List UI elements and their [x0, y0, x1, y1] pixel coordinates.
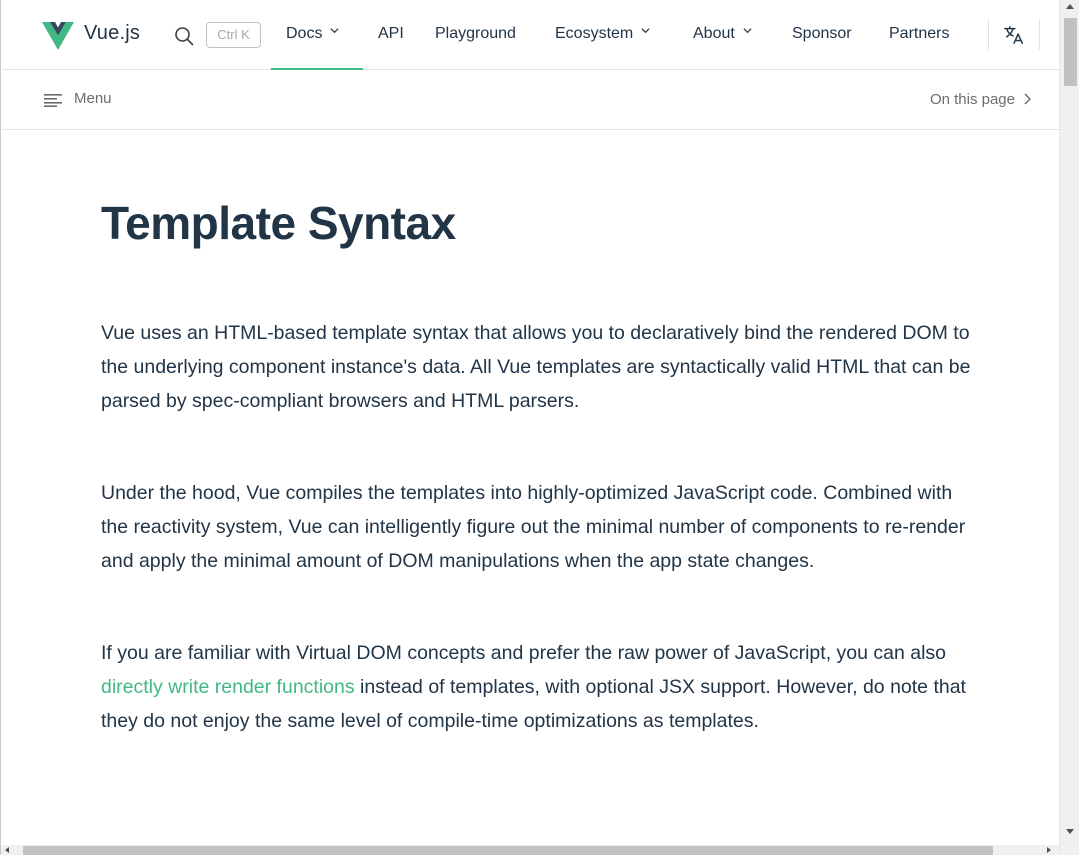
vertical-scrollbar[interactable] [1059, 0, 1079, 855]
nav-item-label: About [693, 25, 735, 42]
nav-divider [988, 20, 989, 50]
browser-viewport: Vue.js Ctrl K Docs API Playground Ecosys… [0, 0, 1079, 855]
chevron-right-icon [1024, 93, 1031, 105]
scroll-left-arrow-icon[interactable] [5, 847, 9, 853]
menu-label: Menu [74, 90, 112, 107]
scroll-up-arrow-icon[interactable] [1066, 4, 1074, 9]
nav-item-label: API [378, 25, 404, 42]
on-this-page-button[interactable]: On this page [930, 91, 1031, 108]
scrollbar-thumb[interactable] [23, 846, 993, 855]
scrollbar-thumb[interactable] [1064, 18, 1077, 86]
horizontal-scrollbar[interactable] [1, 845, 1059, 855]
nav-item-label: Sponsor [792, 25, 852, 42]
brand-name[interactable]: Vue.js [84, 22, 140, 45]
menu-icon [44, 94, 62, 107]
top-navbar: Vue.js Ctrl K Docs API Playground Ecosys… [2, 0, 1059, 70]
nav-item-about[interactable]: About [693, 24, 752, 44]
paragraph: Under the hood, Vue compiles the templat… [101, 482, 966, 572]
nav-item-label: Partners [889, 25, 950, 42]
nav-item-playground[interactable]: Playground [435, 24, 516, 44]
nav-item-api[interactable]: API [378, 24, 404, 44]
paragraph: If you are familiar with Virtual DOM con… [101, 636, 971, 738]
scroll-right-arrow-icon[interactable] [1047, 847, 1051, 853]
search-shortcut-badge[interactable]: Ctrl K [206, 22, 261, 48]
scroll-down-arrow-icon[interactable] [1066, 829, 1074, 834]
on-this-page-label: On this page [929, 91, 1015, 108]
nav-item-label: Playground [435, 25, 516, 42]
page-title: Template Syntax [101, 197, 456, 249]
chevron-down-icon [743, 28, 752, 34]
nav-item-docs[interactable]: Docs [286, 24, 340, 44]
render-functions-link[interactable]: directly write render functions [101, 676, 355, 698]
chevron-down-icon [641, 28, 650, 34]
paragraph-text: If you are familiar with Virtual DOM con… [101, 642, 947, 664]
paragraph: Vue uses an HTML-based template syntax t… [101, 322, 971, 412]
nav-divider [1039, 20, 1040, 50]
chevron-down-icon [330, 28, 340, 34]
local-nav: Menu On this page [2, 70, 1059, 130]
translate-icon[interactable] [1003, 24, 1025, 46]
nav-item-partners[interactable]: Partners [889, 24, 949, 44]
search-icon[interactable] [174, 26, 194, 46]
vue-logo-icon[interactable] [42, 22, 74, 50]
nav-item-sponsor[interactable]: Sponsor [792, 24, 852, 44]
nav-item-label: Ecosystem [555, 25, 634, 42]
nav-item-ecosystem[interactable]: Ecosystem [555, 24, 650, 44]
nav-item-label: Docs [286, 25, 323, 42]
